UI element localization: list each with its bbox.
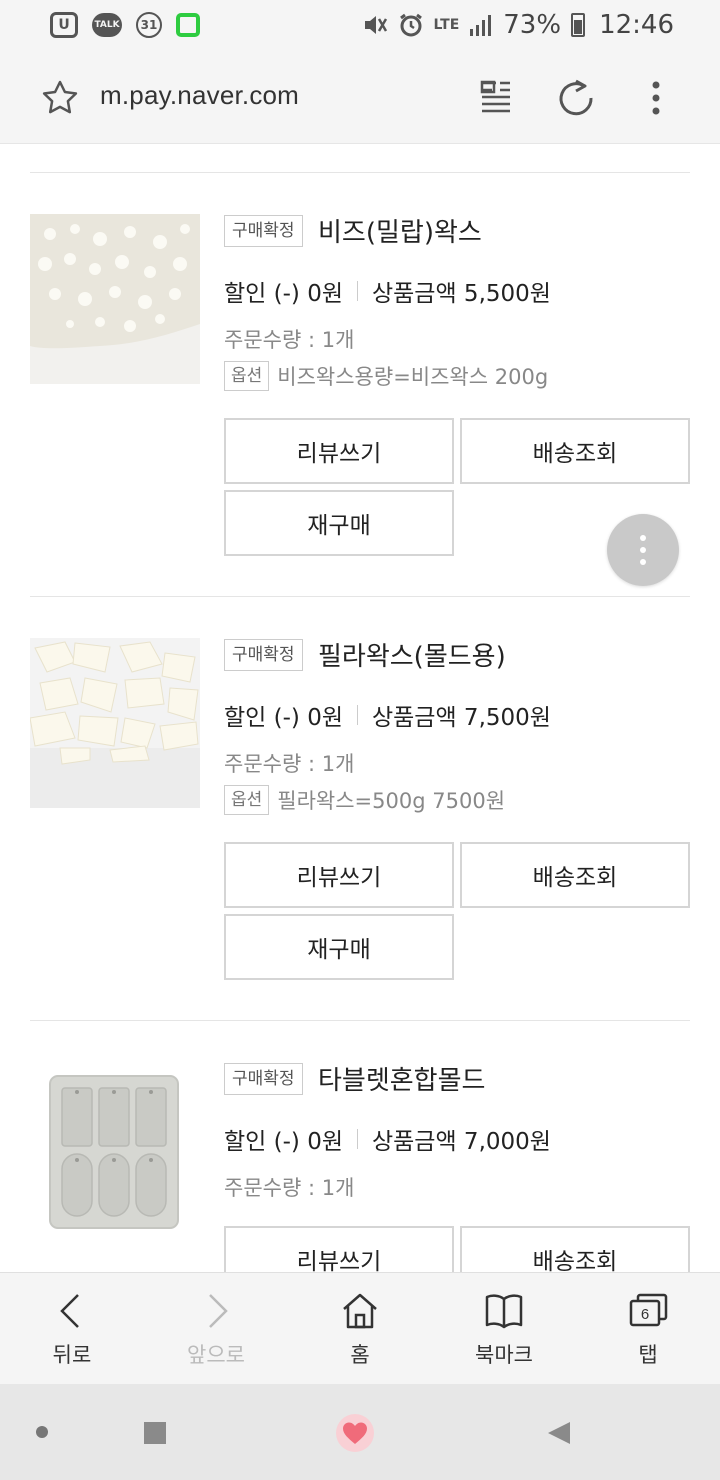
order-quantity: 주문수량 : 1개	[224, 752, 355, 776]
bookmark-star-icon[interactable]	[40, 78, 80, 118]
order-quantity: 주문수량 : 1개	[224, 1176, 355, 1200]
bookmarks-button[interactable]: 북마크	[432, 1273, 576, 1384]
track-shipping-button[interactable]: 배송조회	[460, 418, 690, 484]
recent-apps-icon[interactable]	[144, 1422, 166, 1444]
product-title[interactable]: 비즈(밀랍)왁스	[318, 212, 482, 249]
home-label: 홈	[350, 1343, 370, 1367]
option-text: 비즈왁스용량=비즈왁스 200g	[277, 365, 549, 389]
system-nav-bar	[0, 1384, 720, 1480]
home-button[interactable]: 홈	[288, 1273, 432, 1384]
separator	[356, 705, 358, 725]
discount-text: 할인 (-) 0원	[224, 1129, 343, 1155]
rebuy-button[interactable]: 재구매	[224, 490, 454, 556]
purchase-confirmed-badge: 구매확정	[224, 1063, 303, 1095]
discount-text: 할인 (-) 0원	[224, 705, 343, 731]
battery-percent: 73%	[503, 10, 562, 40]
reload-icon[interactable]	[556, 78, 596, 118]
purchase-confirmed-badge: 구매확정	[224, 639, 303, 671]
discount-text: 할인 (-) 0원	[224, 281, 343, 307]
write-review-button[interactable]: 리뷰쓰기	[224, 1226, 454, 1272]
rebuy-button[interactable]: 재구매	[224, 914, 454, 980]
track-shipping-button[interactable]: 배송조회	[460, 1226, 690, 1272]
nav-dot-icon[interactable]	[36, 1426, 48, 1438]
back-label: 뒤로	[52, 1343, 92, 1367]
product-amount: 상품금액 5,500원	[371, 281, 551, 307]
divider	[30, 596, 690, 597]
order-quantity: 주문수량 : 1개	[224, 328, 355, 352]
write-review-button[interactable]: 리뷰쓰기	[224, 418, 454, 484]
divider	[30, 172, 690, 173]
url-text[interactable]: m.pay.naver.com	[100, 80, 299, 111]
separator	[356, 1129, 358, 1149]
browser-toolbar: 뒤로 앞으로 홈 북마크 6 탭	[0, 1272, 720, 1384]
write-review-button[interactable]: 리뷰쓰기	[224, 842, 454, 908]
option-text: 필라왁스=500g 7500원	[277, 789, 506, 813]
back-button[interactable]: 뒤로	[0, 1273, 144, 1384]
tabs-button[interactable]: 6 탭	[576, 1273, 720, 1384]
order-list: 구매확정 비즈(밀랍)왁스 할인 (-) 0원 상품금액 5,500원 주문수량…	[0, 144, 720, 1272]
app-notification-icon	[176, 13, 200, 37]
bookmarks-label: 북마크	[475, 1343, 533, 1367]
forward-button[interactable]: 앞으로	[144, 1273, 288, 1384]
product-amount: 상품금액 7,500원	[371, 705, 551, 731]
status-bar: U TALK 31 LTE 73% 12:46	[0, 0, 720, 50]
tab-count: 6	[641, 1306, 649, 1323]
chevron-right-icon	[209, 1294, 228, 1328]
price-row: 할인 (-) 0원 상품금액 7,500원	[224, 698, 551, 732]
product-image[interactable]	[30, 638, 200, 808]
alarm-icon	[399, 13, 422, 37]
purchase-confirmed-badge: 구매확정	[224, 215, 303, 247]
product-title[interactable]: 필라왁스(몰드용)	[318, 636, 506, 673]
divider	[30, 1020, 690, 1021]
floating-menu-button[interactable]	[607, 514, 679, 586]
fab-dot	[640, 535, 646, 541]
product-title[interactable]: 타블렛혼합몰드	[318, 1060, 485, 1097]
reader-mode-icon[interactable]	[480, 80, 512, 114]
product-image[interactable]	[30, 214, 200, 384]
u-plus-icon: U	[50, 12, 78, 38]
heart-home-icon[interactable]	[334, 1412, 376, 1454]
option-row: 옵션 필라왁스=500g 7500원	[224, 785, 505, 815]
option-row: 옵션 비즈왁스용량=비즈왁스 200g	[224, 361, 548, 391]
price-row: 할인 (-) 0원 상품금액 5,500원	[224, 274, 551, 308]
product-image[interactable]	[30, 1062, 200, 1232]
chevron-left-icon	[60, 1294, 79, 1328]
home-icon	[343, 1293, 377, 1329]
address-bar: m.pay.naver.com	[0, 50, 720, 144]
separator	[356, 281, 358, 301]
back-triangle-icon[interactable]	[544, 1418, 574, 1448]
calendar-icon: 31	[136, 12, 162, 38]
forward-label: 앞으로	[187, 1343, 245, 1367]
signal-icon	[470, 15, 492, 36]
fab-dot	[640, 547, 646, 553]
tabs-label: 탭	[638, 1343, 658, 1367]
fab-dot	[640, 559, 646, 565]
track-shipping-button[interactable]: 배송조회	[460, 842, 690, 908]
mute-icon	[364, 16, 387, 34]
open-book-icon	[485, 1294, 523, 1329]
battery-icon	[571, 13, 586, 37]
option-badge: 옵션	[224, 361, 270, 391]
tabs-icon: 6	[629, 1293, 668, 1327]
option-badge: 옵션	[224, 785, 270, 815]
network-type: LTE	[433, 17, 460, 33]
kakaotalk-icon: TALK	[92, 13, 122, 37]
price-row: 할인 (-) 0원 상품금액 7,000원	[224, 1122, 551, 1156]
product-amount: 상품금액 7,000원	[371, 1129, 551, 1155]
more-menu-icon[interactable]	[644, 80, 668, 116]
clock: 12:46	[599, 10, 674, 40]
